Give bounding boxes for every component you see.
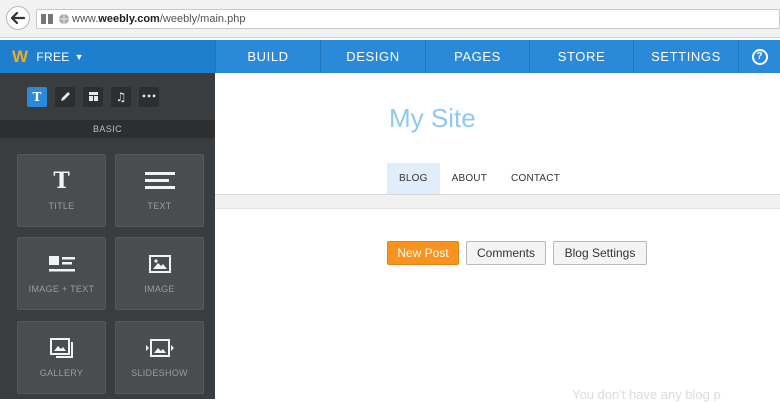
url-domain: weebly.com	[98, 13, 160, 25]
url-text: www.weebly.com/weebly/main.php	[72, 13, 245, 25]
gallery-icon	[49, 334, 74, 362]
slideshow-icon	[145, 334, 175, 362]
element-label: IMAGE	[144, 284, 175, 294]
comments-button[interactable]: Comments	[466, 241, 546, 265]
globe-icon	[59, 14, 69, 24]
element-label: IMAGE + TEXT	[28, 284, 95, 294]
title-icon: T	[53, 168, 70, 194]
back-button[interactable]	[6, 6, 30, 30]
chevron-down-icon: ▼	[74, 51, 84, 62]
element-slideshow[interactable]: SLIDESHOW	[115, 321, 204, 394]
blog-settings-button[interactable]: Blog Settings	[553, 241, 647, 265]
text-lines-icon	[144, 167, 175, 195]
element-gallery[interactable]: GALLERY	[17, 321, 106, 394]
plan-menu[interactable]: W FREE ▼	[0, 40, 215, 73]
tab-pages[interactable]: PAGES	[425, 40, 529, 73]
section-label: BASIC	[0, 120, 215, 138]
tab-store[interactable]: STORE	[529, 40, 633, 73]
text-tool-icon[interactable]: T	[27, 86, 47, 107]
element-title[interactable]: T TITLE	[17, 154, 106, 227]
url-prefix: www.	[72, 13, 99, 25]
site-nav-about[interactable]: ABOUT	[440, 163, 499, 194]
tab-design[interactable]: DESIGN	[320, 40, 425, 73]
back-arrow-icon	[11, 12, 25, 24]
tab-build[interactable]: BUILD	[215, 40, 320, 73]
layout-tool-icon[interactable]	[83, 86, 103, 107]
site-canvas: My Site BLOG ABOUT CONTACT New Post Comm…	[215, 73, 780, 402]
bookmarks-icon[interactable]	[41, 14, 53, 24]
tool-row: T ♫ •••	[0, 73, 215, 120]
weebly-logo-icon: W	[12, 46, 29, 66]
element-label: GALLERY	[39, 368, 84, 378]
image-text-icon	[48, 250, 75, 278]
new-post-button[interactable]: New Post	[387, 241, 459, 265]
element-label: TEXT	[147, 201, 172, 211]
elements-sidebar: T ♫ ••• BASIC T TITLE TEXT IMAGE + TEXT …	[0, 73, 215, 399]
site-nav-blog[interactable]: BLOG	[387, 163, 440, 194]
empty-blog-message: You don't have any blog p	[572, 387, 721, 402]
help-button[interactable]: ?	[738, 40, 780, 73]
image-icon	[148, 250, 171, 278]
help-icon: ?	[751, 48, 768, 65]
tab-settings[interactable]: SETTINGS	[633, 40, 738, 73]
element-image[interactable]: IMAGE	[115, 237, 204, 310]
plan-label: FREE	[36, 49, 70, 64]
url-path: /weebly/main.php	[159, 13, 246, 25]
top-navigation: W FREE ▼ BUILD DESIGN PAGES STORE SETTIN…	[0, 40, 780, 73]
element-image-text[interactable]: IMAGE + TEXT	[17, 237, 106, 310]
music-tool-icon[interactable]: ♫	[111, 86, 131, 107]
header-band	[215, 195, 780, 209]
site-title[interactable]: My Site	[389, 103, 476, 134]
site-navigation: BLOG ABOUT CONTACT	[387, 163, 572, 194]
more-tool-icon[interactable]: •••	[139, 86, 159, 107]
element-label: TITLE	[48, 201, 75, 211]
pencil-tool-icon[interactable]	[55, 86, 75, 107]
browser-toolbar: www.weebly.com/weebly/main.php	[0, 0, 780, 38]
site-nav-contact[interactable]: CONTACT	[499, 163, 572, 194]
element-text[interactable]: TEXT	[115, 154, 204, 227]
element-label: SLIDESHOW	[131, 368, 188, 378]
